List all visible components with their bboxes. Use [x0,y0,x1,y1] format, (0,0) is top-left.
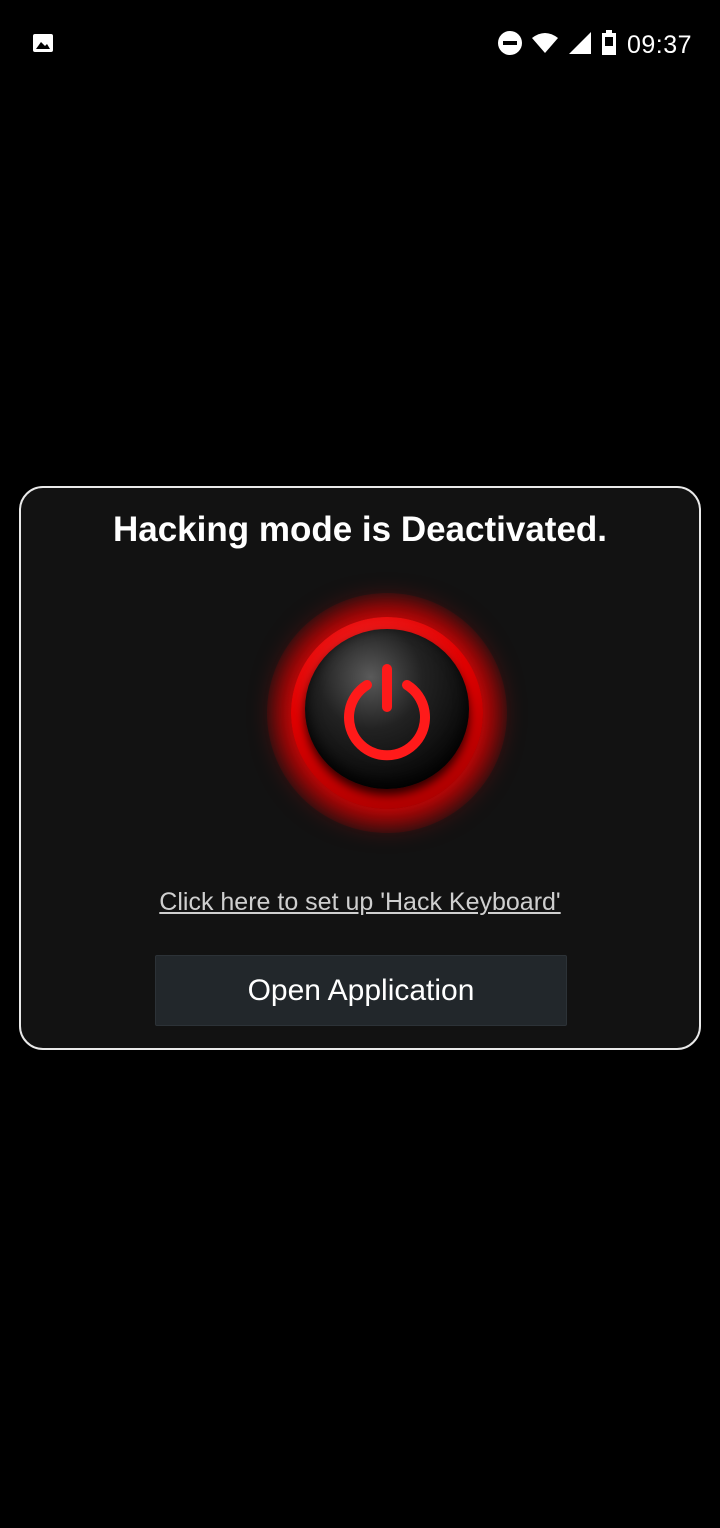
status-right: 09:37 [497,30,692,61]
power-icon [337,661,437,761]
open-application-button[interactable]: Open Application [155,955,567,1026]
battery-icon [601,30,617,61]
dialog-title: Hacking mode is Deactivated. [112,510,608,549]
wifi-icon [531,31,559,60]
image-notification-icon [32,34,54,58]
power-button[interactable] [267,593,507,833]
status-bar: 09:37 [0,0,720,92]
cell-signal-icon [567,30,593,61]
status-left [32,32,54,59]
do-not-disturb-icon [497,30,523,61]
hacking-mode-dialog: Hacking mode is Deactivated. Click here … [19,486,701,1050]
status-time: 09:37 [626,31,692,59]
setup-hack-keyboard-link[interactable]: Click here to set up 'Hack Keyboard' [21,888,699,917]
